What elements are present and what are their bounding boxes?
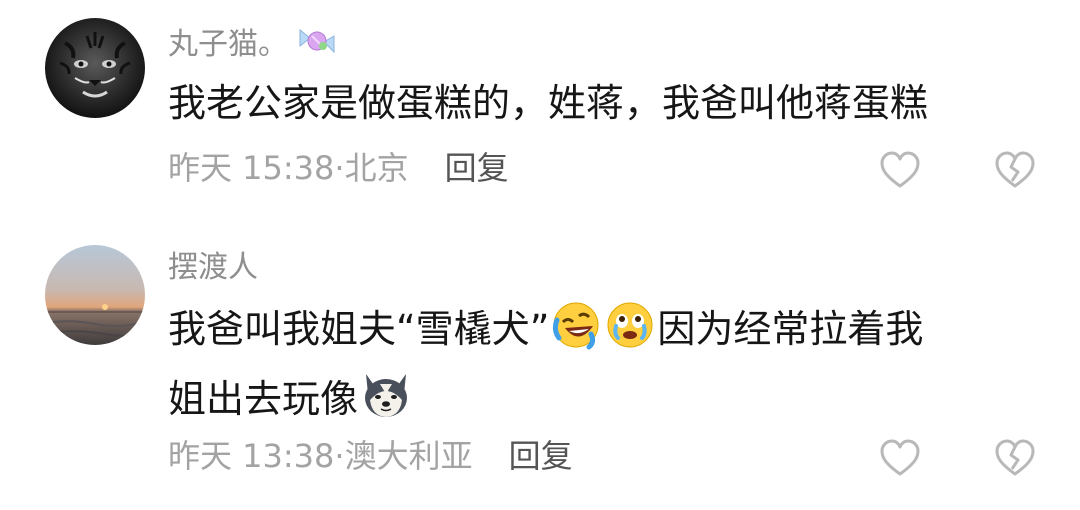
comment-meta: 昨天 13:38·澳大利亚 回复 <box>168 436 573 476</box>
location: 澳大利亚 <box>344 437 473 475</box>
timestamp: 昨天 15:38 <box>168 149 335 187</box>
separator: · <box>334 437 345 475</box>
comment-item: 丸子猫。 我老公家是做蛋糕的，姓蒋，我爸叫他蒋蛋糕 昨天 15:38·北京 回复 <box>0 0 1080 240</box>
husky-dog-icon <box>360 370 412 438</box>
timestamp: 昨天 13:38 <box>168 437 335 475</box>
reply-button[interactable]: 回复 <box>509 437 573 475</box>
separator: · <box>334 149 345 187</box>
sunset-avatar-image <box>45 245 145 345</box>
heart-outline-icon[interactable] <box>878 148 922 192</box>
comment-text-line: 我爸叫我姐夫“雪橇犬” 因为经常拉着我 <box>168 298 1048 368</box>
comment-text-line: 姐出去玩像 <box>168 368 1048 438</box>
comment-text: 我爸叫我姐夫“雪橇犬” 因为经常拉着我 姐出去玩像 <box>168 298 1048 438</box>
comment-item: 摆渡人 我爸叫我姐夫“雪橇犬” 因为经常拉着我 姐出去玩像 昨天 13:38·澳… <box>0 240 1080 510</box>
username[interactable]: 丸子猫。 <box>168 24 340 67</box>
tiger-avatar-image <box>45 18 145 118</box>
heart-outline-icon[interactable] <box>878 436 922 480</box>
tearful-face-icon <box>605 300 655 368</box>
comment-text: 我老公家是做蛋糕的，姓蒋，我爸叫他蒋蛋糕 <box>168 72 1048 134</box>
avatar[interactable] <box>45 245 145 345</box>
username[interactable]: 摆渡人 <box>168 250 258 286</box>
avatar[interactable] <box>45 18 145 118</box>
broken-heart-icon[interactable] <box>993 436 1037 480</box>
username-text: 摆渡人 <box>168 250 258 285</box>
rolling-laughing-icon <box>551 300 601 368</box>
location: 北京 <box>344 149 409 187</box>
reply-button[interactable]: 回复 <box>445 149 509 187</box>
comment-meta: 昨天 15:38·北京 回复 <box>168 148 509 188</box>
comment-text-line: 我老公家是做蛋糕的，姓蒋，我爸叫他蒋蛋糕 <box>168 81 929 125</box>
text-segment: 我爸叫我姐夫“雪橇犬” <box>168 307 550 351</box>
username-text: 丸子猫。 <box>168 27 288 62</box>
candy-icon <box>294 24 340 67</box>
text-segment: 因为经常拉着我 <box>657 307 924 351</box>
text-segment: 姐出去玩像 <box>168 377 359 421</box>
broken-heart-icon[interactable] <box>993 148 1037 192</box>
